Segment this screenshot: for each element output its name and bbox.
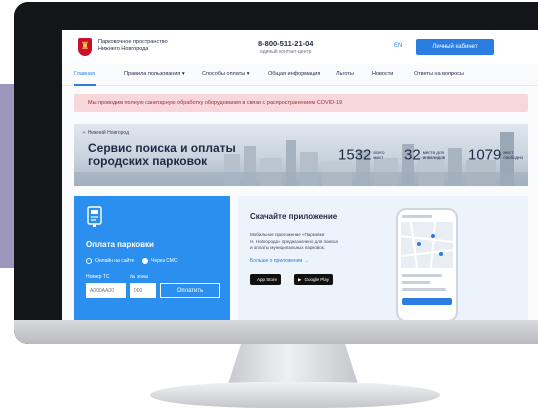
stat-disabled-label: места для инвалидов: [423, 150, 446, 160]
radio-online-indicator[interactable]: [86, 258, 92, 264]
language-switch[interactable]: EN: [394, 43, 402, 49]
monitor-screen: ♜ Парковочное пространство Нижнего Новго…: [62, 30, 538, 320]
radio-sms-label: Через СМС: [151, 258, 178, 264]
nav-item-news[interactable]: Новости: [372, 71, 393, 77]
radio-sms-indicator[interactable]: [142, 258, 148, 264]
hero-banner: ➣ Нижний Новгород Сервис поиска и оплаты…: [74, 124, 528, 186]
stat-free-value: 1079: [468, 146, 502, 164]
brand-name[interactable]: Парковочное пространство Нижнего Новгоро…: [98, 39, 188, 53]
phone-mockup-image: [396, 208, 458, 320]
site-header: ♜ Парковочное пространство Нижнего Новго…: [62, 30, 538, 64]
zone-number-label: № зоны: [130, 274, 149, 280]
monitor-stand-neck: [228, 344, 358, 384]
zone-number-input[interactable]: [130, 283, 156, 298]
stat-disabled-label-2: инвалидов: [422, 154, 446, 160]
mock-header: [402, 215, 432, 218]
monitor-stand-base: [150, 382, 440, 408]
pay-button[interactable]: Оплатить: [160, 283, 220, 298]
stat-free: 1079 мест свободно: [468, 146, 523, 164]
app-more-link[interactable]: Больше о приложении →: [250, 258, 309, 264]
nav-item-home[interactable]: Главная: [74, 71, 95, 77]
app-desc-line-2: Н. Новгорода» предназначено для поиска: [250, 238, 338, 244]
stat-total-label: всего мест: [373, 150, 384, 160]
brand-line-1: Парковочное пространство: [98, 39, 168, 45]
app-promo-card: Скачайте приложение Мобильное приложение…: [238, 196, 528, 320]
app-store-label: App Store: [257, 277, 278, 282]
main-nav: Главная Правила пользования ▾ Способы оп…: [62, 64, 538, 86]
monitor-chin: [14, 320, 538, 344]
app-promo-description: Мобильное приложение «Парковки Н. Новгор…: [250, 232, 350, 252]
app-store-badge[interactable]: App Store: [250, 274, 282, 285]
contact-block: 8-800-511-21-04 единый контакт-центр: [258, 39, 313, 55]
stat-free-label-2: свободно: [503, 154, 524, 160]
app-desc-line-1: Мобильное приложение «Парковки: [250, 232, 325, 237]
payment-title: Оплата парковки: [86, 240, 154, 249]
radio-online[interactable]: Онлайн на сайте: [86, 258, 134, 264]
active-tab-underline: [74, 84, 96, 86]
breadcrumb-city: Нижний Новгород: [87, 130, 129, 136]
nav-item-general-info[interactable]: Общая информация: [268, 71, 320, 77]
mock-line: [402, 281, 430, 284]
stat-disabled: 32 места для инвалидов: [404, 146, 445, 164]
stat-total-label-2: мест: [373, 154, 384, 160]
phone-number[interactable]: 8-800-511-21-04: [258, 39, 313, 48]
mock-line: [402, 288, 446, 291]
nav-item-benefits[interactable]: Льготы: [336, 71, 354, 77]
stat-free-label: мест свободно: [503, 150, 523, 160]
city-coat-of-arms-icon[interactable]: ♜: [78, 38, 92, 56]
plate-number-input[interactable]: [86, 283, 126, 298]
personal-account-button[interactable]: Личный кабинет: [416, 39, 494, 55]
stat-total-value: 1532: [338, 146, 372, 164]
stat-disabled-value: 32: [404, 146, 421, 164]
covid-alert: Мы проводим полную санитарную обработку …: [74, 94, 528, 112]
nav-item-faq[interactable]: Ответы на вопросы: [414, 71, 464, 77]
radio-sms[interactable]: Через СМС: [142, 258, 178, 264]
mock-line: [402, 274, 442, 277]
app-desc-line-3: и оплаты муниципальных парковок.: [250, 245, 325, 250]
radio-online-label: Онлайн на сайте: [95, 258, 135, 264]
page-title: Сервис поиска и оплаты городских парково…: [88, 141, 236, 168]
play-icon: ▶: [298, 277, 302, 282]
mock-map: [400, 221, 454, 269]
phone-caption: единый контакт-центр: [260, 49, 312, 55]
google-play-label: Google Play: [304, 277, 329, 282]
parking-meter-icon: [87, 206, 102, 227]
stat-total: 1532 всего мест: [338, 146, 385, 164]
nav-item-rules[interactable]: Правила пользования ▾: [124, 71, 185, 77]
breadcrumb[interactable]: ➣ Нижний Новгород: [82, 130, 129, 136]
app-promo-title: Скачайте приложение: [250, 212, 338, 221]
nav-item-payment-methods[interactable]: Способы оплаты ▾: [202, 71, 249, 77]
map-roads-image: [400, 221, 454, 269]
plate-number-label: Номер ТС: [86, 274, 110, 280]
google-play-badge[interactable]: ▶ Google Play: [294, 274, 333, 285]
brand-line-2: Нижнего Новгорода: [98, 46, 149, 52]
parking-payment-card: Оплата парковки Онлайн на сайте Через СМ…: [74, 196, 230, 320]
mock-button: [402, 298, 452, 305]
